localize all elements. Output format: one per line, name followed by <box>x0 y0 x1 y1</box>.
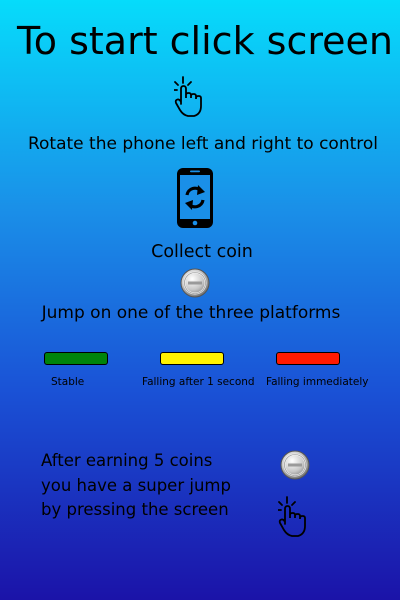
super-jump-line: by pressing the screen <box>41 500 229 519</box>
super-jump-instruction: After earning 5 coins you have a super j… <box>41 449 231 523</box>
start-title[interactable]: To start click screen <box>0 16 400 66</box>
coin-icon <box>280 450 310 480</box>
super-jump-line: After earning 5 coins <box>41 451 213 470</box>
coin-icon <box>180 268 210 298</box>
platform-stable <box>44 352 108 365</box>
platform-falling-immediate <box>276 352 340 365</box>
platform-stable-label: Stable <box>51 376 85 388</box>
tap-hand-icon <box>278 494 314 538</box>
rotate-phone-icon <box>176 167 214 229</box>
jump-instruction: Jump on one of the three platforms <box>41 303 341 323</box>
platform-falling-delayed-label: Falling after 1 second <box>142 376 255 388</box>
tap-hand-icon <box>174 74 210 118</box>
platform-falling-immediate-label: Falling immediately <box>266 376 369 388</box>
collect-coin-text: Collect coin <box>151 242 253 262</box>
rotate-instruction: Rotate the phone left and right to contr… <box>27 134 379 154</box>
platform-falling-delayed <box>160 352 224 365</box>
super-jump-line: you have a super jump <box>41 475 231 495</box>
